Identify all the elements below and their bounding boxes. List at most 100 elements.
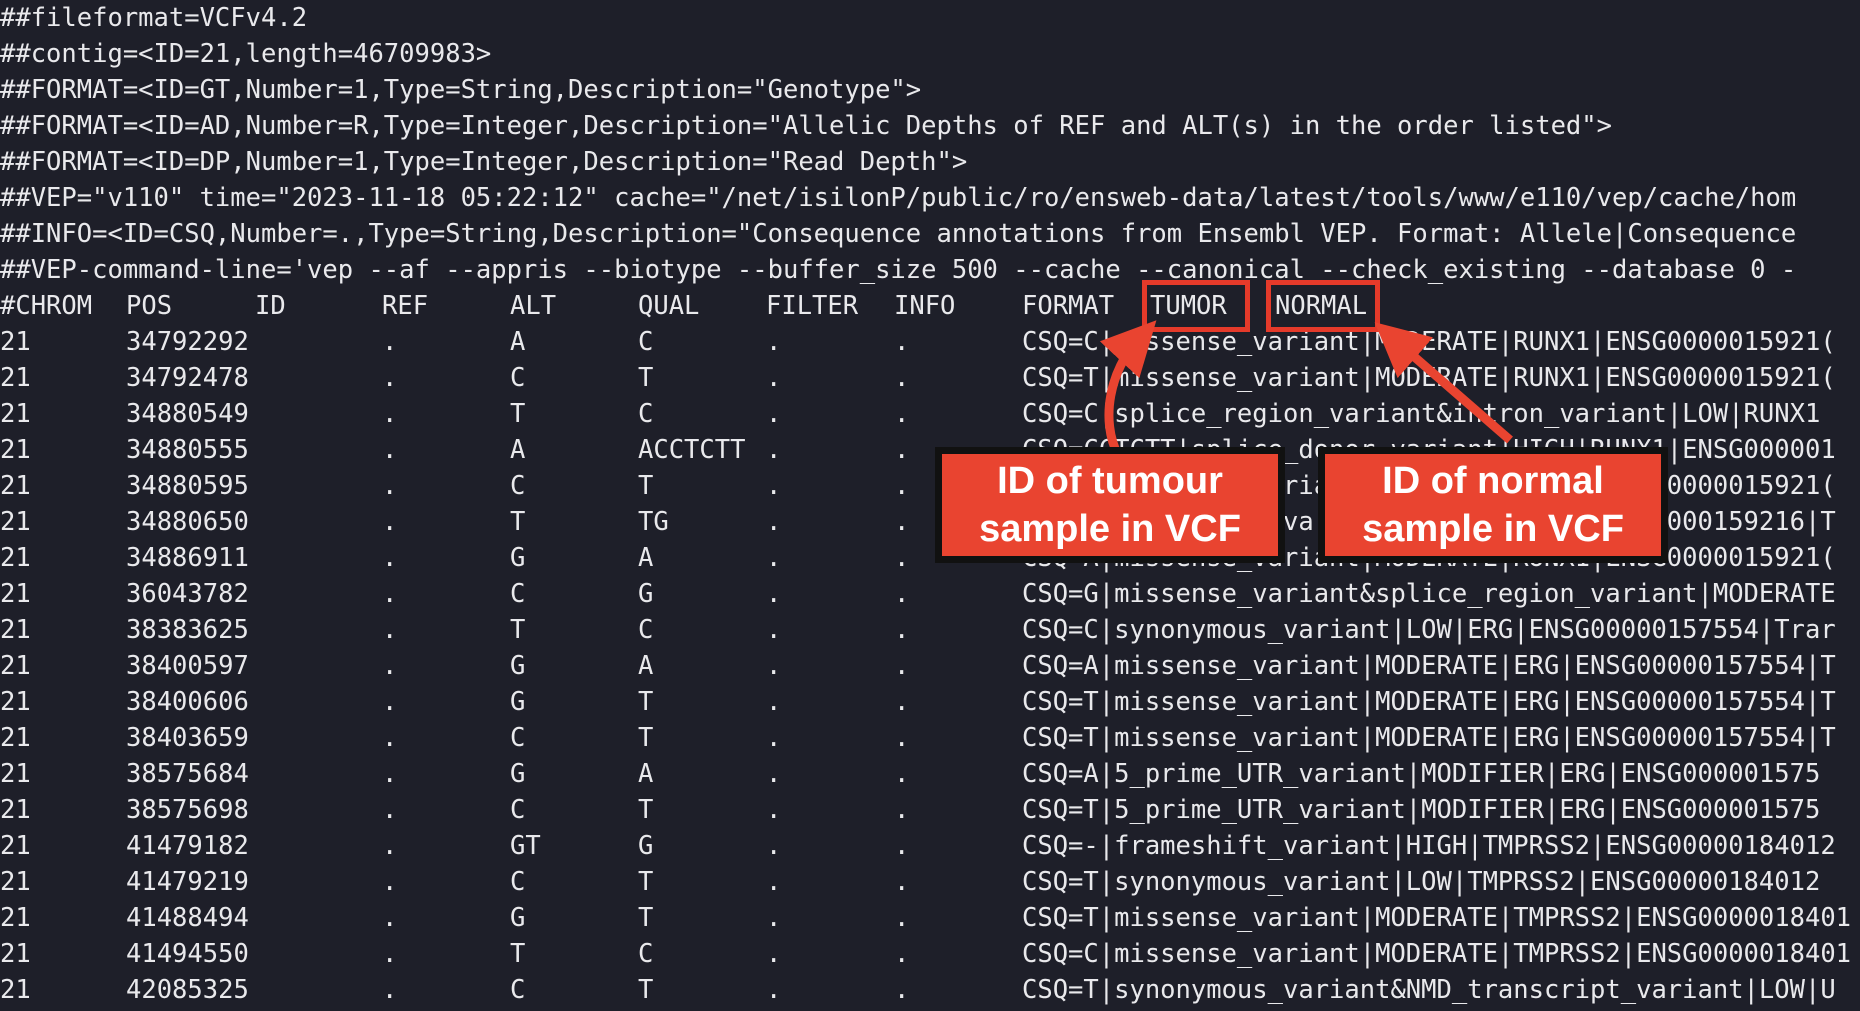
cell-alt: C (638, 399, 654, 429)
tumor-callout-line-2: sample in VCF (979, 508, 1241, 550)
cell-filter: . (894, 759, 910, 789)
vcf-record-row: 21 38575684. G A.. CSQ=A|5_prime_UTR_variant… (0, 756, 1860, 792)
cell-pos: 34792292 (126, 327, 249, 357)
cell-pos: 41494550 (126, 939, 249, 969)
cell-qual: . (766, 687, 782, 717)
vcf-record-row: 21 34792292. A C.. CSQ=C|missense_variant|MO… (0, 324, 1860, 360)
cell-id: . (382, 939, 398, 969)
cell-pos: 34880555 (126, 435, 249, 465)
cell-alt: A (638, 651, 654, 681)
header-ref: REF (382, 291, 429, 321)
cell-info: CSQ=T|synonymous_variant&NMD_transcript_… (1022, 975, 1836, 1005)
tumor-callout-line-1: ID of tumour (997, 460, 1223, 502)
cell-qual: . (766, 471, 782, 501)
cell-alt: T (638, 867, 654, 897)
vcf-record-row: 21 38383625. T C.. CSQ=C|synonymous_variant|… (0, 612, 1860, 648)
cell-alt: A (638, 759, 654, 789)
cell-ref: A (510, 327, 526, 357)
cell-chrom: 21 (0, 975, 31, 1005)
cell-filter: . (894, 975, 910, 1005)
vcf-record-row: 21 38575698. C T.. CSQ=T|5_prime_UTR_variant… (0, 792, 1860, 828)
cell-filter: . (894, 867, 910, 897)
vcf-record-row: 21 41494550. T C.. CSQ=C|missense_variant|MO… (0, 936, 1860, 972)
normal-callout-line-2: sample in VCF (1362, 508, 1624, 550)
cell-ref: C (510, 723, 526, 753)
vcf-record-row: 21 38400606. G T.. CSQ=T|missense_variant|MO… (0, 684, 1860, 720)
cell-alt: T (638, 795, 654, 825)
cell-pos: 38400606 (126, 687, 249, 717)
cell-chrom: 21 (0, 399, 31, 429)
cell-info: CSQ=T|missense_variant|MODERATE|ERG|ENSG… (1022, 723, 1836, 753)
cell-pos: 41488494 (126, 903, 249, 933)
header-filter: FILTER (766, 291, 859, 321)
cell-id: . (382, 327, 398, 357)
cell-pos: 34880650 (126, 507, 249, 537)
cell-info: CSQ=-|frameshift_variant|HIGH|TMPRSS2|EN… (1022, 831, 1836, 861)
cell-qual: . (766, 975, 782, 1005)
cell-id: . (382, 507, 398, 537)
cell-info: CSQ=C|splice_region_variant&intron_varia… (1022, 399, 1836, 429)
cell-alt: TG (638, 507, 669, 537)
cell-qual: . (766, 867, 782, 897)
cell-qual: . (766, 507, 782, 537)
cell-qual: . (766, 903, 782, 933)
cell-pos: 41479182 (126, 831, 249, 861)
cell-ref: C (510, 471, 526, 501)
cell-id: . (382, 615, 398, 645)
cell-id: . (382, 579, 398, 609)
cell-filter: . (894, 435, 910, 465)
header-alt: ALT (510, 291, 557, 321)
cell-info: CSQ=T|synonymous_variant|LOW|TMPRSS2|ENS… (1022, 867, 1836, 897)
header-format: FORMAT (1022, 291, 1115, 321)
cell-chrom: 21 (0, 327, 31, 357)
cell-pos: 38575698 (126, 795, 249, 825)
cell-ref: G (510, 759, 526, 789)
cell-info: CSQ=C|synonymous_variant|LOW|ERG|ENSG000… (1022, 615, 1836, 645)
cell-chrom: 21 (0, 651, 31, 681)
cell-qual: . (766, 831, 782, 861)
cell-ref: A (510, 435, 526, 465)
cell-chrom: 21 (0, 543, 31, 573)
vcf-meta-line: ##contig=<ID=21,length=46709983> (0, 39, 492, 69)
cell-filter: . (894, 903, 910, 933)
cell-info: CSQ=T|5_prime_UTR_variant|MODIFIER|ERG|E… (1022, 795, 1821, 825)
vcf-record-row: 21 41488494. G T.. CSQ=T|missense_variant|MO… (0, 900, 1860, 936)
cell-info: CSQ=T|missense_variant|MODERATE|TMPRSS2|… (1022, 903, 1852, 933)
cell-filter: . (894, 543, 910, 573)
cell-filter: . (894, 687, 910, 717)
cell-qual: . (766, 759, 782, 789)
cell-alt: T (638, 975, 654, 1005)
cell-ref: G (510, 903, 526, 933)
cell-qual: . (766, 723, 782, 753)
cell-alt: C (638, 327, 654, 357)
cell-chrom: 21 (0, 471, 31, 501)
cell-ref: T (510, 507, 526, 537)
vcf-meta-line: ##FORMAT=<ID=AD,Number=R,Type=Integer,De… (0, 111, 1612, 141)
cell-id: . (382, 723, 398, 753)
cell-info: CSQ=T|missense_variant|MODERATE|RUNX1|EN… (1022, 363, 1836, 393)
cell-filter: . (894, 723, 910, 753)
cell-chrom: 21 (0, 723, 31, 753)
cell-pos: 38575684 (126, 759, 249, 789)
cell-info: CSQ=G|missense_variant&splice_region_var… (1022, 579, 1836, 609)
cell-id: . (382, 975, 398, 1005)
cell-ref: T (510, 939, 526, 969)
cell-pos: 38403659 (126, 723, 249, 753)
cell-qual: . (766, 435, 782, 465)
tumor-highlight-box (1142, 280, 1250, 332)
cell-pos: 42085325 (126, 975, 249, 1005)
cell-ref: T (510, 615, 526, 645)
cell-chrom: 21 (0, 867, 31, 897)
cell-filter: . (894, 615, 910, 645)
vcf-record-row: 21 41479182. GT G.. CSQ=-|frameshift_variant… (0, 828, 1860, 864)
cell-alt: T (638, 471, 654, 501)
cell-alt: C (638, 615, 654, 645)
vcf-record-row: 21 38400597. G A.. CSQ=A|missense_variant|MO… (0, 648, 1860, 684)
normal-callout: ID of normal sample in VCF (1318, 447, 1668, 563)
cell-chrom: 21 (0, 939, 31, 969)
vcf-meta-line: ##VEP-command-line='vep --af --appris --… (0, 255, 1797, 285)
cell-chrom: 21 (0, 507, 31, 537)
normal-highlight-box (1266, 280, 1380, 332)
cell-ref: C (510, 867, 526, 897)
cell-pos: 38383625 (126, 615, 249, 645)
